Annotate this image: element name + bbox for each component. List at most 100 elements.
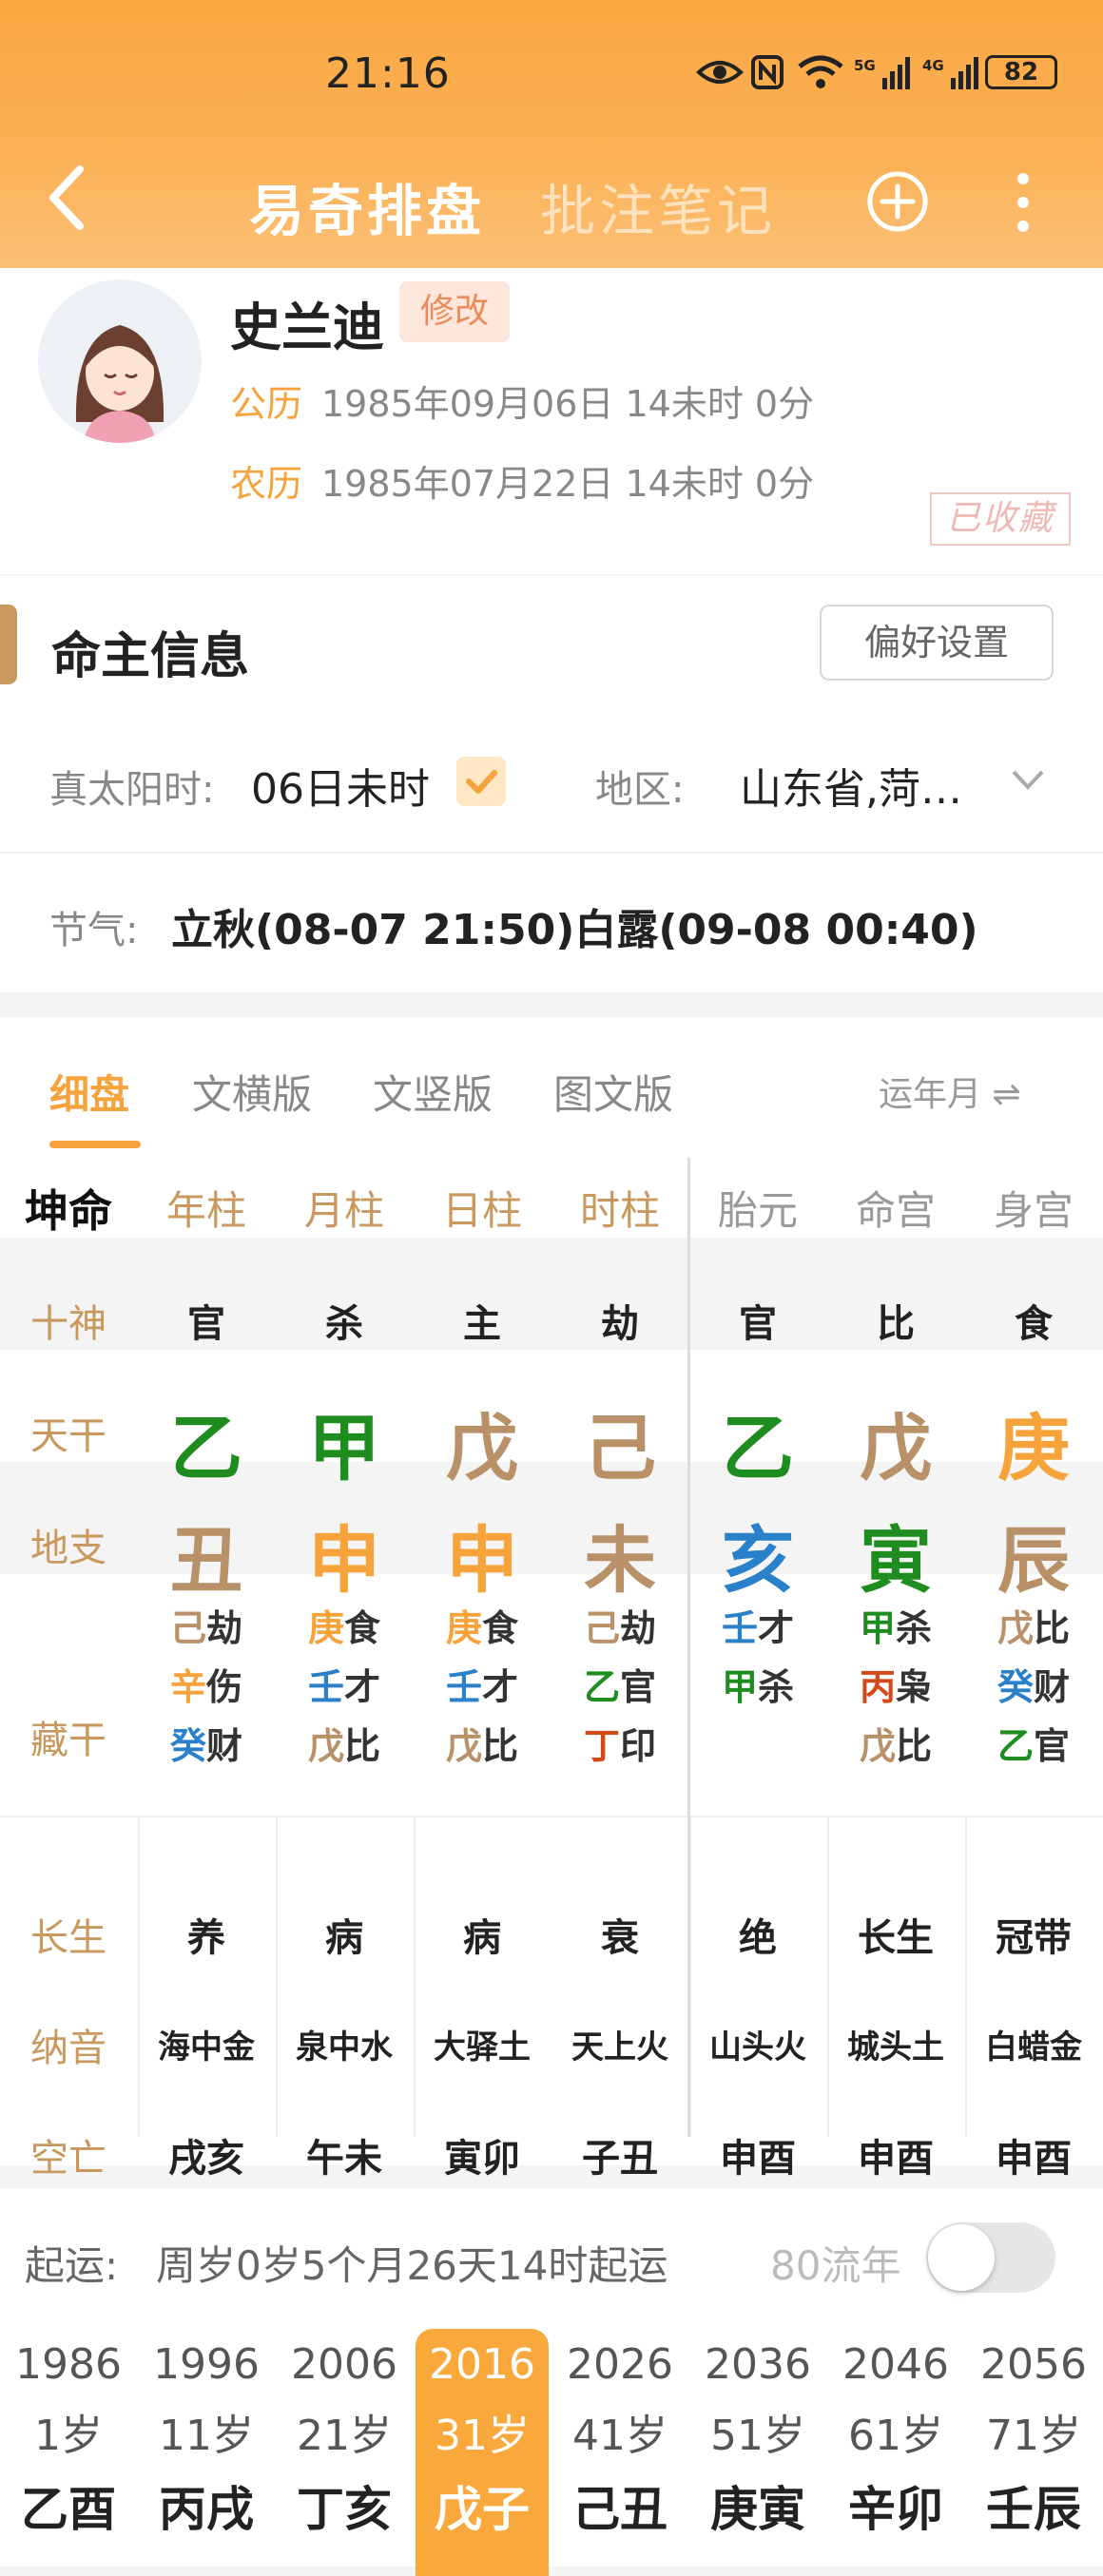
changsheng-cell: 绝 bbox=[739, 1916, 777, 1960]
dayun-age: 71岁 bbox=[986, 2412, 1081, 2460]
canggan-stem: 戊 bbox=[307, 1725, 344, 1767]
column-header: 命宫 bbox=[855, 1187, 936, 1234]
jieqi-label: 节气: bbox=[49, 909, 139, 952]
row-label: 长生 bbox=[30, 1916, 106, 1960]
avatar[interactable] bbox=[38, 279, 202, 443]
dizhi-cell: 亥 bbox=[722, 1518, 794, 1603]
region-value[interactable]: 山东省,菏… bbox=[740, 755, 962, 816]
kongwang-cell: 申酉 bbox=[858, 2137, 934, 2181]
yun-year-month-toggle[interactable]: 运年月 ⇌ bbox=[879, 1067, 1021, 1116]
more-icon[interactable] bbox=[1014, 171, 1033, 234]
dayun-year: 2056 bbox=[980, 2340, 1087, 2389]
column-header: 胎元 bbox=[717, 1187, 798, 1234]
dayun-age: 61岁 bbox=[848, 2412, 943, 2460]
dizhi-cell: 未 bbox=[584, 1518, 656, 1603]
tab-1[interactable]: 文横版 bbox=[192, 1063, 312, 1121]
dayun-year: 1986 bbox=[15, 2340, 122, 2389]
dayun-ganzhi: 乙酉 bbox=[21, 2482, 116, 2537]
canggan-shishen: 财 bbox=[206, 1725, 243, 1767]
dayun-item[interactable]: 2056 71岁 壬辰 bbox=[967, 2329, 1100, 2576]
dizhi-cell: 丑 bbox=[170, 1518, 242, 1603]
true-solar-time-value[interactable]: 06日未时 bbox=[251, 755, 430, 816]
dayun-item[interactable]: 2016 31岁戊子 bbox=[416, 2329, 549, 2576]
canggan-item: 壬才 bbox=[268, 1658, 420, 1717]
chevron-down-icon[interactable] bbox=[1008, 762, 1048, 797]
canggan-stem: 丙 bbox=[859, 1666, 896, 1708]
solar-time-checkbox[interactable] bbox=[456, 757, 506, 806]
shishen-cell: 劫 bbox=[601, 1302, 639, 1346]
back-arrow-icon[interactable] bbox=[42, 162, 95, 234]
nayin-cell: 白蜡金 bbox=[985, 2028, 1082, 2067]
tab-notes[interactable]: 批注笔记 bbox=[540, 166, 776, 246]
profile-card: 史兰迪 修改 公历 1985年09月06日 14未时 0分 农历 1985年07… bbox=[0, 268, 1103, 574]
canggan-shishen: 食 bbox=[482, 1607, 519, 1649]
tab-3[interactable]: 图文版 bbox=[553, 1063, 673, 1121]
dayun-year: 2016 bbox=[429, 2340, 535, 2389]
row-label: 地支 bbox=[30, 1527, 106, 1570]
dizhi-cell: 申 bbox=[446, 1518, 518, 1603]
canggan-shishen: 官 bbox=[620, 1666, 657, 1708]
changsheng-cell: 衰 bbox=[601, 1916, 639, 1960]
canggan-item: 戊比 bbox=[958, 1599, 1103, 1658]
canggan-item: 己劫 bbox=[544, 1599, 696, 1658]
canggan-item: 乙官 bbox=[544, 1658, 696, 1717]
owner-info-section: 命主信息 偏好设置 真太阳时: 06日未时 地区: 山东省,菏… 节气: 立秋(… bbox=[0, 576, 1103, 992]
dayun-item[interactable]: 2006 21岁 丁亥 bbox=[278, 2329, 411, 2576]
column-header: 身宫 bbox=[993, 1187, 1074, 1234]
true-solar-time-label: 真太阳时: bbox=[49, 768, 215, 812]
canggan-shishen: 比 bbox=[896, 1725, 933, 1767]
dayun-ganzhi: 戊子 bbox=[435, 2482, 530, 2537]
check-icon bbox=[466, 770, 497, 794]
favorited-stamp[interactable]: 已收藏 bbox=[930, 492, 1071, 546]
dayun-item[interactable]: 2026 41岁 己丑 bbox=[553, 2329, 687, 2576]
canggan-item: 戊比 bbox=[268, 1717, 420, 1776]
dayun-ganzhi: 辛卯 bbox=[848, 2482, 943, 2537]
canggan-shishen: 比 bbox=[344, 1725, 381, 1767]
shishen-cell: 主 bbox=[463, 1302, 501, 1346]
canggan-stem: 庚 bbox=[307, 1607, 344, 1649]
shishen-cell: 官 bbox=[739, 1302, 777, 1346]
preference-settings-button[interactable]: 偏好设置 bbox=[820, 605, 1054, 681]
dayun-item[interactable]: 1996 11岁 丙戌 bbox=[140, 2329, 273, 2576]
canggan-shishen: 伤 bbox=[206, 1666, 243, 1708]
liunian-80-label: 80流年 bbox=[770, 2242, 901, 2289]
canggan-item: 壬才 bbox=[406, 1658, 558, 1717]
kongwang-cell: 寅卯 bbox=[444, 2137, 520, 2181]
tab-0[interactable]: 细盘 bbox=[49, 1063, 129, 1121]
dayun-item[interactable]: 2036 51岁 庚寅 bbox=[691, 2329, 824, 2576]
canggan-shishen: 印 bbox=[620, 1725, 657, 1767]
signal-5g-icon: 5G bbox=[854, 57, 910, 89]
tiangan-cell: 乙 bbox=[170, 1406, 242, 1490]
qiyun-label: 起运: bbox=[25, 2242, 119, 2289]
tiangan-cell: 戊 bbox=[446, 1406, 518, 1490]
dayun-age: 31岁 bbox=[435, 2412, 530, 2460]
user-name: 史兰迪 bbox=[230, 298, 384, 357]
edit-button[interactable]: 修改 bbox=[399, 281, 510, 342]
eye-icon bbox=[696, 61, 744, 84]
jieqi-value: 立秋(08-07 21:50)白露(09-08 00:40) bbox=[171, 906, 978, 954]
cell-divider bbox=[414, 1817, 416, 2137]
dayun-item[interactable]: 1986 1岁 乙酉 bbox=[2, 2329, 135, 2576]
canggan-stem: 癸 bbox=[997, 1666, 1034, 1708]
canggan-item: 乙官 bbox=[958, 1717, 1103, 1776]
canggan-shishen: 食 bbox=[344, 1607, 381, 1649]
dayun-year: 1996 bbox=[153, 2340, 260, 2389]
tab-2[interactable]: 文竖版 bbox=[373, 1063, 493, 1121]
tab-paipan[interactable]: 易奇排盘 bbox=[249, 166, 485, 246]
dayun-age: 11岁 bbox=[159, 2412, 254, 2460]
dayun-item[interactable]: 2046 61岁辛卯 bbox=[829, 2329, 962, 2576]
dayun-year: 2046 bbox=[842, 2340, 949, 2389]
liunian-80-toggle[interactable] bbox=[926, 2222, 1055, 2293]
gender-label: 坤命 bbox=[25, 1185, 112, 1237]
add-circle-icon[interactable] bbox=[865, 169, 930, 234]
nayin-cell: 山头火 bbox=[709, 2028, 806, 2067]
region-label: 地区: bbox=[595, 768, 685, 812]
canggan-shishen: 比 bbox=[482, 1725, 519, 1767]
canggan-stem: 癸 bbox=[169, 1725, 206, 1767]
canggan-stem: 壬 bbox=[445, 1666, 482, 1708]
canggan-item: 甲杀 bbox=[682, 1658, 834, 1717]
canggan-item: 丁印 bbox=[544, 1717, 696, 1776]
tiangan-cell: 戊 bbox=[860, 1406, 932, 1490]
canggan-item: 壬才 bbox=[682, 1599, 834, 1658]
lunar-label: 农历 bbox=[230, 463, 303, 505]
